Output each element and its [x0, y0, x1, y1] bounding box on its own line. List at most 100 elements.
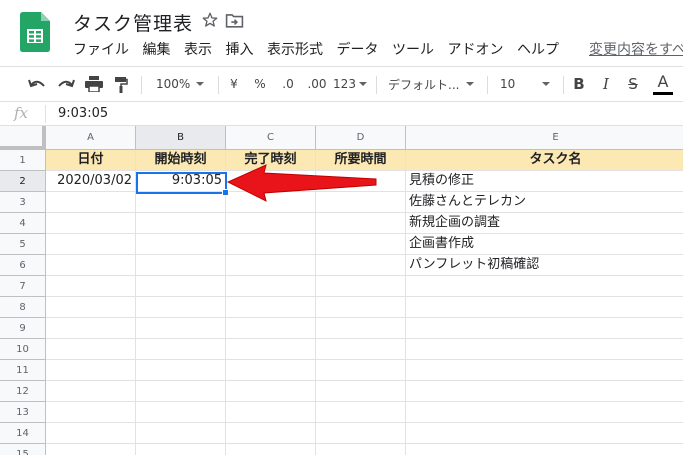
- cell-b4[interactable]: [136, 213, 226, 234]
- cell-d14[interactable]: [316, 423, 406, 444]
- row-header-14[interactable]: 14: [0, 423, 46, 444]
- decrease-decimal-button[interactable]: .0: [276, 67, 300, 101]
- menu-tools[interactable]: ツール: [392, 40, 434, 62]
- cell-c15[interactable]: [226, 444, 316, 455]
- cell-d7[interactable]: [316, 276, 406, 297]
- row-header-15[interactable]: 15: [0, 444, 46, 455]
- menu-help[interactable]: ヘルプ: [517, 40, 559, 62]
- row-header-7[interactable]: 7: [0, 276, 46, 297]
- cell-b11[interactable]: [136, 360, 226, 381]
- cell-a3[interactable]: [46, 192, 136, 213]
- cell-b3[interactable]: [136, 192, 226, 213]
- cell-b2[interactable]: 9:03:05: [136, 171, 226, 192]
- menu-format[interactable]: 表示形式: [267, 40, 323, 62]
- cell-e4[interactable]: 新規企画の調査: [406, 213, 683, 234]
- more-formats-button[interactable]: 123: [333, 67, 367, 101]
- increase-decimal-button[interactable]: .00: [304, 67, 330, 101]
- cell-c11[interactable]: [226, 360, 316, 381]
- strikethrough-button[interactable]: S: [624, 67, 642, 101]
- cell-e2[interactable]: 見積の修正: [406, 171, 683, 192]
- menu-insert[interactable]: 挿入: [226, 40, 254, 62]
- italic-button[interactable]: I: [597, 67, 615, 101]
- cell-b8[interactable]: [136, 297, 226, 318]
- menu-file[interactable]: ファイル: [73, 40, 129, 62]
- cell-a5[interactable]: [46, 234, 136, 255]
- menu-data[interactable]: データ: [337, 40, 379, 62]
- cell-e8[interactable]: [406, 297, 683, 318]
- cell-d13[interactable]: [316, 402, 406, 423]
- cell-e15[interactable]: [406, 444, 683, 455]
- row-header-5[interactable]: 5: [0, 234, 46, 255]
- cell-a8[interactable]: [46, 297, 136, 318]
- column-header-a[interactable]: A: [46, 126, 136, 150]
- row-header-11[interactable]: 11: [0, 360, 46, 381]
- cell-c8[interactable]: [226, 297, 316, 318]
- cell-b10[interactable]: [136, 339, 226, 360]
- cell-b9[interactable]: [136, 318, 226, 339]
- cell-a10[interactable]: [46, 339, 136, 360]
- cell-e7[interactable]: [406, 276, 683, 297]
- cell-e3[interactable]: 佐藤さんとテレカン: [406, 192, 683, 213]
- column-header-b[interactable]: B: [136, 126, 226, 150]
- cell-d12[interactable]: [316, 381, 406, 402]
- move-to-folder-icon[interactable]: [225, 12, 244, 29]
- cell-c4[interactable]: [226, 213, 316, 234]
- undo-button[interactable]: [24, 67, 50, 101]
- cell-b6[interactable]: [136, 255, 226, 276]
- cell-e10[interactable]: [406, 339, 683, 360]
- text-color-button[interactable]: A: [652, 67, 674, 101]
- cell-a13[interactable]: [46, 402, 136, 423]
- cell-e9[interactable]: [406, 318, 683, 339]
- currency-format-button[interactable]: ¥: [225, 67, 243, 101]
- column-header-d[interactable]: D: [316, 126, 406, 150]
- cell-b5[interactable]: [136, 234, 226, 255]
- column-header-e[interactable]: E: [406, 126, 683, 150]
- cell-d6[interactable]: [316, 255, 406, 276]
- cell-a9[interactable]: [46, 318, 136, 339]
- row-header-3[interactable]: 3: [0, 192, 46, 213]
- cell-a14[interactable]: [46, 423, 136, 444]
- cell-e14[interactable]: [406, 423, 683, 444]
- bold-button[interactable]: B: [570, 67, 588, 101]
- font-size-select[interactable]: 10: [496, 67, 554, 101]
- cell-b15[interactable]: [136, 444, 226, 455]
- row-header-13[interactable]: 13: [0, 402, 46, 423]
- zoom-select[interactable]: 100%: [150, 67, 212, 101]
- print-button[interactable]: [81, 67, 107, 101]
- cell-a12[interactable]: [46, 381, 136, 402]
- cell-e11[interactable]: [406, 360, 683, 381]
- cell-c13[interactable]: [226, 402, 316, 423]
- cell-b12[interactable]: [136, 381, 226, 402]
- cell-c12[interactable]: [226, 381, 316, 402]
- select-all-corner[interactable]: [0, 126, 46, 150]
- row-header-10[interactable]: 10: [0, 339, 46, 360]
- cell-c14[interactable]: [226, 423, 316, 444]
- cell-c7[interactable]: [226, 276, 316, 297]
- cell-a7[interactable]: [46, 276, 136, 297]
- cell-a2[interactable]: 2020/03/02: [46, 171, 136, 192]
- cell-c5[interactable]: [226, 234, 316, 255]
- cell-e12[interactable]: [406, 381, 683, 402]
- header-cell-a[interactable]: 日付: [46, 150, 136, 171]
- row-header-4[interactable]: 4: [0, 213, 46, 234]
- cell-e5[interactable]: 企画書作成: [406, 234, 683, 255]
- cell-c10[interactable]: [226, 339, 316, 360]
- menu-view[interactable]: 表示: [184, 40, 212, 62]
- redo-button[interactable]: [53, 67, 79, 101]
- header-cell-b[interactable]: 開始時刻: [136, 150, 226, 171]
- star-icon[interactable]: [201, 11, 219, 29]
- percent-format-button[interactable]: %: [250, 67, 270, 101]
- cell-d15[interactable]: [316, 444, 406, 455]
- column-header-c[interactable]: C: [226, 126, 316, 150]
- cell-d10[interactable]: [316, 339, 406, 360]
- document-title[interactable]: タスク管理表: [73, 9, 193, 36]
- menu-edit[interactable]: 編集: [143, 40, 171, 62]
- header-cell-e[interactable]: タスク名: [406, 150, 683, 171]
- sheets-logo-icon[interactable]: [20, 12, 50, 52]
- font-family-select[interactable]: デフォルト...: [384, 67, 478, 101]
- cell-b14[interactable]: [136, 423, 226, 444]
- cell-d9[interactable]: [316, 318, 406, 339]
- cell-d11[interactable]: [316, 360, 406, 381]
- cell-b7[interactable]: [136, 276, 226, 297]
- row-header-8[interactable]: 8: [0, 297, 46, 318]
